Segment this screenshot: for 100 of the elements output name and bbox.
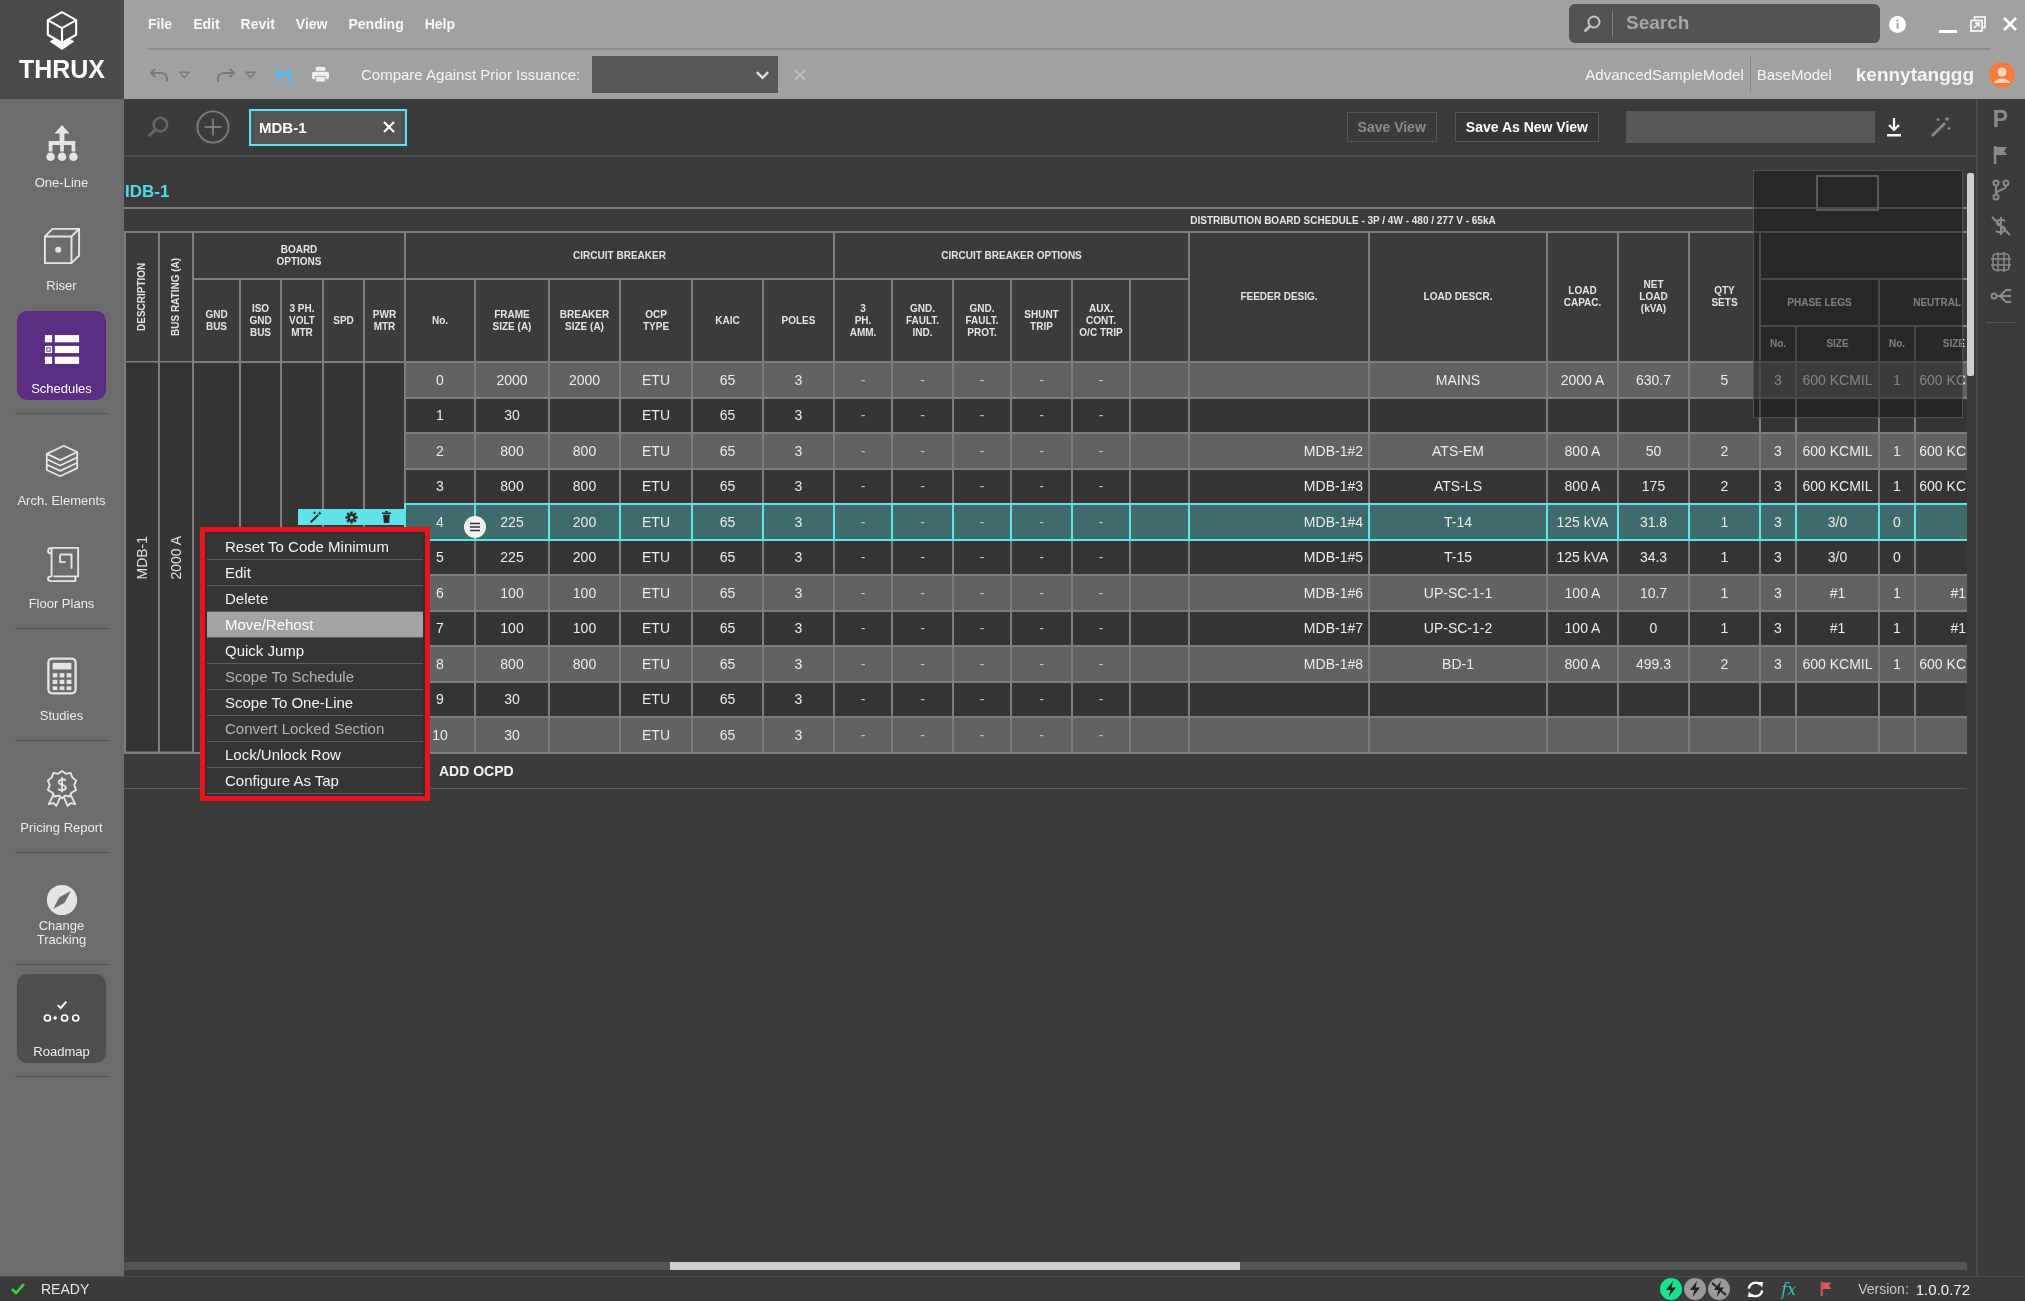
column-header: GND. FAULT. PROT. (954, 280, 1010, 361)
dollar-badge-icon (44, 769, 79, 807)
avatar-icon[interactable] (1989, 61, 2015, 88)
download-icon[interactable] (1886, 117, 1902, 137)
column-header: NET LOAD (kVA) (1619, 233, 1688, 361)
column-header: POLES (764, 280, 833, 361)
table-cell: 800 (476, 434, 548, 468)
menu-item[interactable]: Configure As Tap (207, 768, 423, 794)
compare-label: Compare Against Prior Issuance: (361, 66, 581, 83)
flag-icon[interactable] (1992, 145, 2009, 165)
branch-icon[interactable] (1991, 179, 2010, 201)
horizontal-scrollbar[interactable] (670, 1262, 1240, 1270)
sync-icon[interactable] (1746, 1279, 1766, 1299)
menu-item[interactable]: Edit (207, 560, 423, 586)
user-name[interactable]: kennytanggg (1855, 63, 1974, 86)
sidebar-item[interactable]: Arch. Elements (17, 423, 106, 512)
column-header: CIRCUIT BREAKER (406, 233, 833, 278)
bolt-icon[interactable] (1660, 1278, 1683, 1300)
undo-icon[interactable] (149, 66, 169, 83)
menu-item[interactable]: Lock/Unlock Row (207, 742, 423, 768)
menu-bar-item[interactable]: View (295, 16, 328, 32)
calculator-icon (46, 657, 77, 695)
trash-icon[interactable] (381, 511, 393, 523)
bolt-icon[interactable] (1684, 1278, 1707, 1300)
panel-tab[interactable]: P (1992, 107, 2009, 131)
sidebar-item[interactable]: Floor Plans (17, 526, 106, 615)
view-name-field[interactable] (1626, 111, 1875, 143)
table-cell: 2000 A (160, 363, 192, 752)
column-header: AUX. CONT. O/C TRIP (1073, 280, 1129, 361)
check-icon (11, 1283, 25, 1295)
table-cell: 30 (476, 682, 548, 716)
save-as-new-view-button[interactable]: Save As New View (1454, 112, 1599, 142)
column-header: FRAME SIZE (A) (476, 280, 548, 361)
close-icon[interactable] (383, 121, 395, 133)
table-cell: 30 (476, 718, 548, 752)
sidebar-item[interactable]: One-Line (17, 105, 106, 194)
search-field[interactable]: Search (1569, 3, 1880, 43)
redo-icon[interactable] (216, 66, 236, 83)
table-cell: 2000 (476, 363, 548, 397)
version-number: 1.0.0.72 (1915, 1280, 1970, 1298)
menu-bar-item[interactable]: Help (424, 16, 456, 32)
column-header: NEUTRAL (1880, 280, 1967, 325)
column-header: PWR MTR (365, 280, 404, 361)
add-icon[interactable] (196, 110, 230, 144)
menu-bar-item[interactable]: Pending (348, 16, 404, 32)
minimap-viewport[interactable] (1816, 175, 1879, 211)
table-cell: 30 (476, 398, 548, 432)
sidebar-item[interactable]: Riser (17, 208, 106, 297)
column-header: QTY SETS (1690, 233, 1759, 361)
column-header: OCP TYPE (621, 280, 691, 361)
model-name[interactable]: AdvancedSampleModel (1585, 66, 1744, 83)
magic-wand-icon[interactable] (309, 511, 322, 523)
flag-icon[interactable] (1820, 1281, 1834, 1297)
sidebar-item[interactable]: Pricing Report (17, 750, 106, 839)
menu-item[interactable]: Delete (207, 586, 423, 612)
vertical-scrollbar[interactable] (1967, 173, 1974, 376)
minimize-icon[interactable] (1939, 29, 1957, 33)
column-header: GND. FAULT. IND. (893, 280, 952, 361)
cube-logo-icon (45, 10, 79, 52)
bolt-off-icon[interactable] (1708, 1278, 1731, 1300)
caret-icon[interactable] (245, 70, 256, 79)
search-icon (1583, 14, 1601, 33)
menu-bar-item[interactable]: File (148, 16, 173, 32)
print-icon[interactable] (311, 66, 330, 83)
column-header: SPD (324, 280, 363, 361)
column-header: LOAD DESCR. (1370, 233, 1546, 361)
sidebar-item[interactable]: Schedules (17, 311, 106, 400)
logo-text: THRUX (18, 55, 106, 83)
dollar-strike-icon[interactable] (1989, 215, 2012, 237)
menu-item[interactable]: Scope To One-Line (207, 690, 423, 716)
column-header: ISO GND BUS (241, 280, 280, 361)
column-header: FEEDER DESIG. (1190, 233, 1368, 361)
model-name[interactable]: BaseModel (1756, 66, 1832, 83)
add-ocpd-button[interactable]: ADD OCPD (439, 762, 514, 779)
caret-icon[interactable] (179, 70, 190, 79)
info-icon[interactable] (1889, 15, 1906, 33)
sidebar-item[interactable]: Change Tracking (17, 862, 106, 951)
column-header: SHUNT TRIP (1012, 280, 1071, 361)
row-menu-icon[interactable] (464, 515, 486, 538)
table-cell: 3 (406, 469, 474, 503)
view-tab[interactable]: MDB-1 (249, 108, 407, 146)
menu-item[interactable]: Reset To Code Minimum (207, 534, 423, 560)
version-label: Version: (1858, 1281, 1909, 1297)
sidebar-item[interactable]: Studies (17, 638, 106, 727)
grid-icon[interactable] (1989, 251, 2012, 273)
formula-button[interactable]: fx (1781, 1279, 1797, 1299)
column-header: GND BUS (194, 280, 239, 361)
tree-icon[interactable] (1989, 287, 2012, 305)
restore-icon[interactable] (1970, 16, 1986, 32)
search-icon[interactable] (147, 116, 169, 138)
menu-bar-item[interactable]: Edit (193, 16, 220, 32)
gear-icon[interactable] (345, 510, 358, 524)
table-cell: 225 (476, 505, 548, 539)
column-header: BOARD OPTIONS (194, 233, 404, 278)
menu-item[interactable]: Quick Jump (207, 638, 423, 664)
menu-item[interactable]: Move/Rehost (207, 612, 423, 638)
sidebar-item[interactable]: Roadmap (17, 974, 106, 1063)
column-header: DESCRIPTION (126, 233, 158, 361)
menu-bar-item[interactable]: Revit (240, 16, 275, 32)
table-cell: 2 (406, 434, 474, 468)
